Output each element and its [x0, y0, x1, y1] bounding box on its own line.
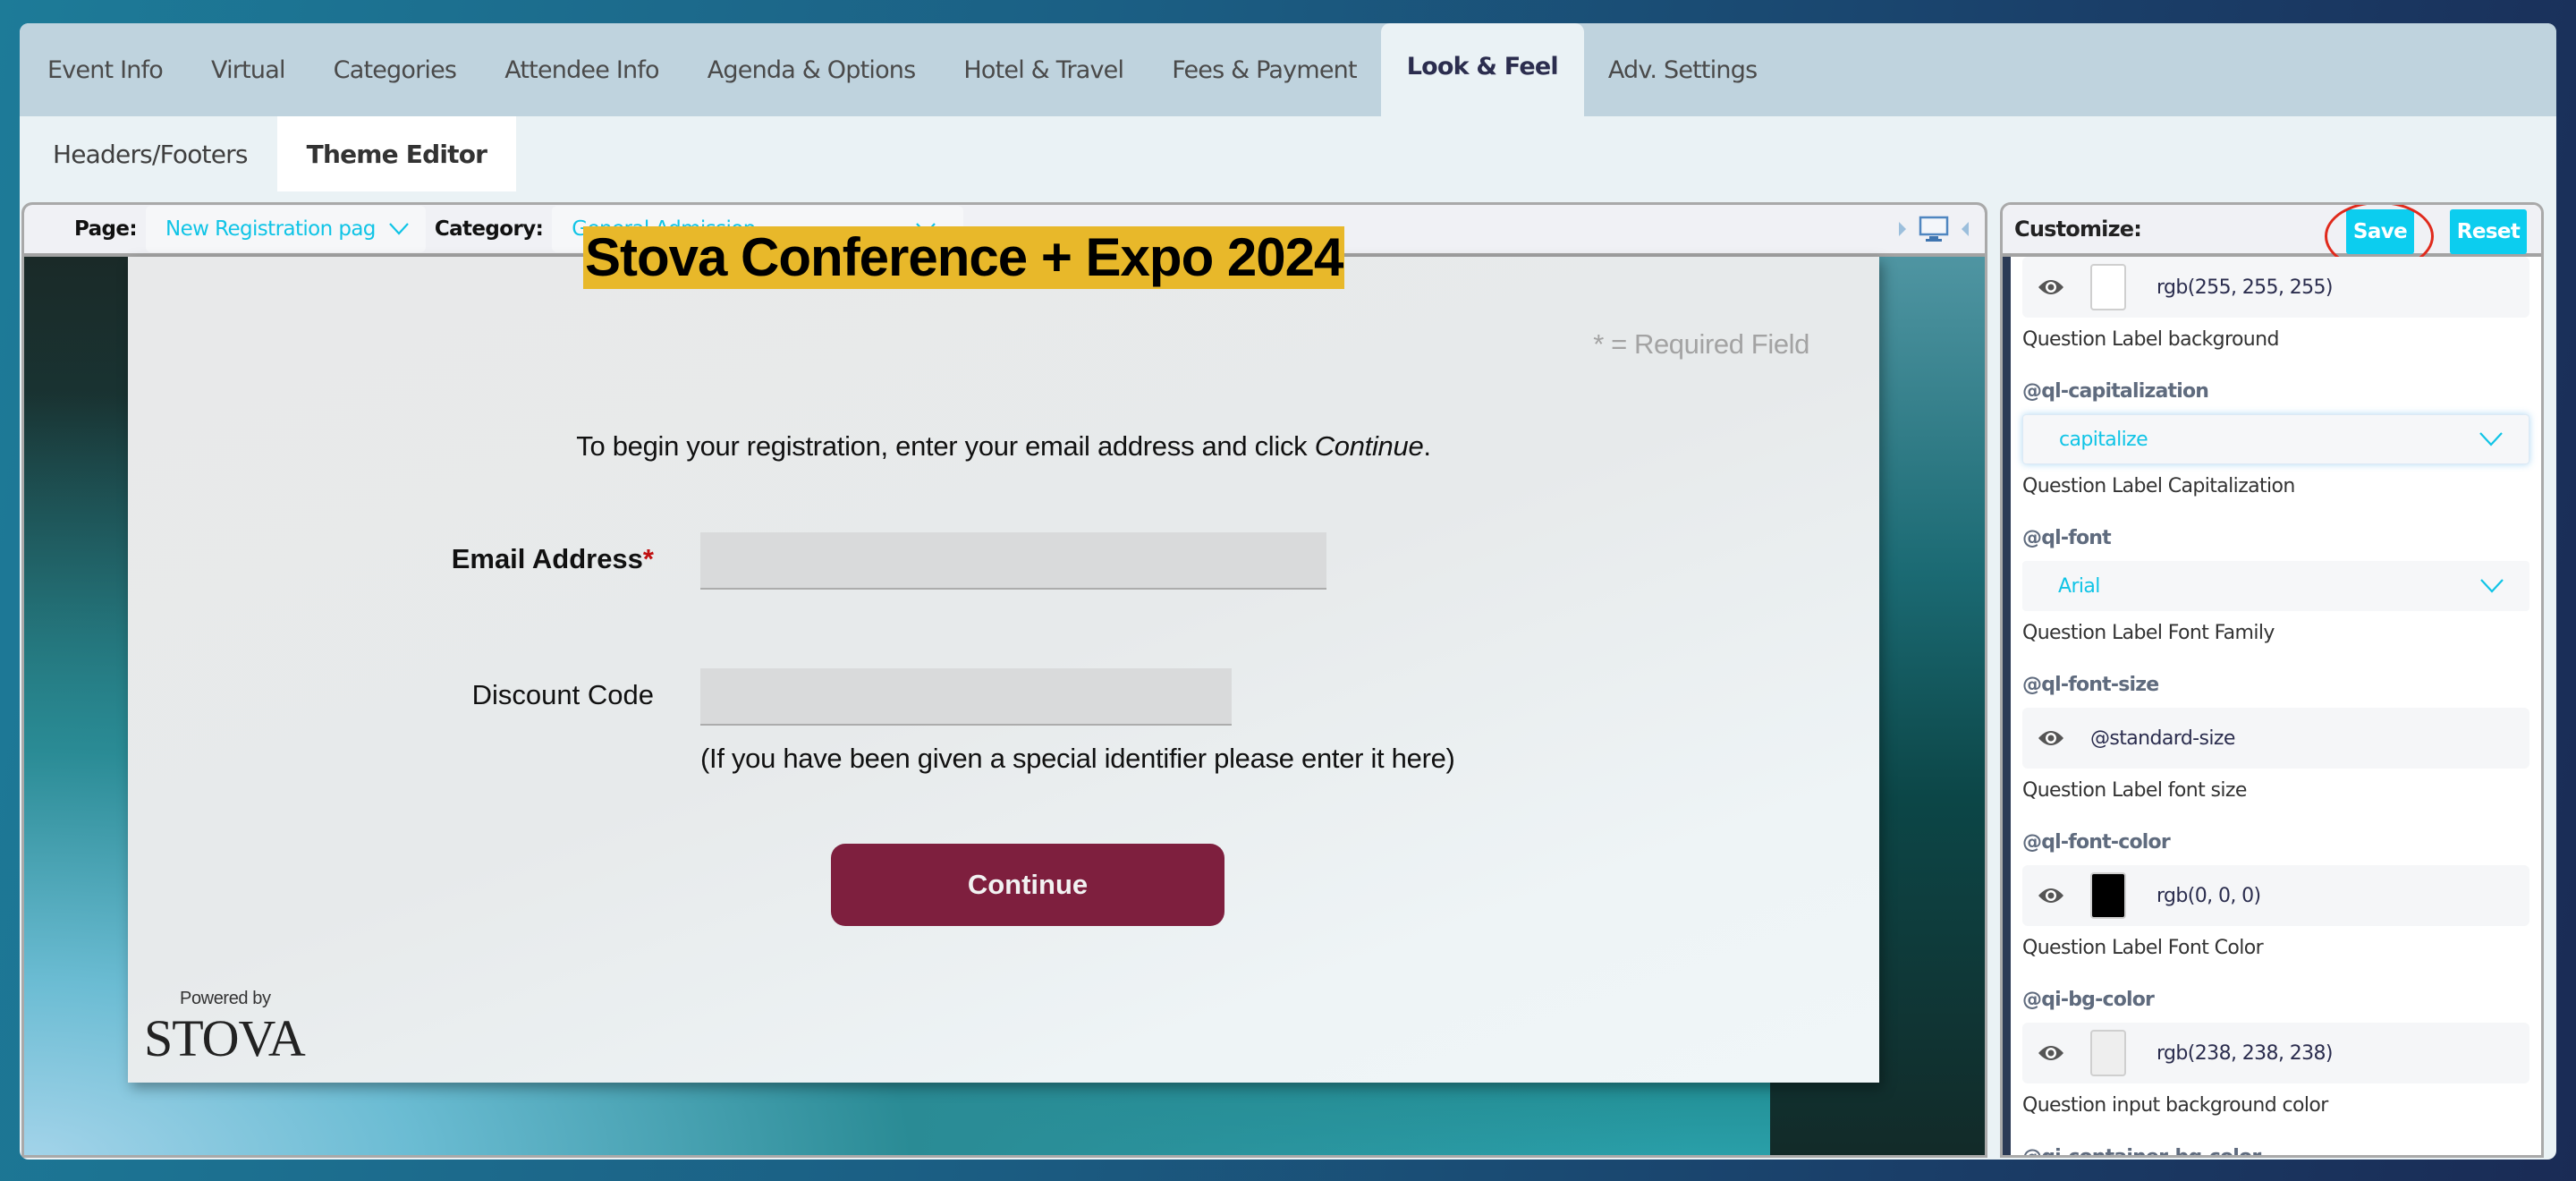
select-value: capitalize	[2059, 428, 2148, 451]
font-family-select[interactable]: Arial	[2022, 561, 2529, 611]
property-variable: @qi-bg-color	[2022, 989, 2155, 1011]
email-label-text: Email Address	[451, 543, 643, 574]
discount-code-input[interactable]	[700, 668, 1232, 726]
eye-icon[interactable]	[2033, 887, 2069, 905]
eye-icon[interactable]	[2033, 278, 2069, 296]
previous-device-arrow-icon[interactable]	[1962, 222, 1969, 236]
property-color-row: rgb(255, 255, 255)	[2022, 257, 2529, 318]
tab-attendee-info[interactable]: Attendee Info	[480, 23, 683, 116]
page-select[interactable]: New Registration pag	[146, 206, 426, 252]
property-description: Question Label Capitalization	[2022, 475, 2295, 497]
intro-text-continue: Continue	[1314, 430, 1424, 462]
customize-header: Customize: Save Reset	[2003, 205, 2541, 271]
color-swatch[interactable]	[2090, 264, 2126, 310]
property-color-row: rgb(0, 0, 0)	[2022, 865, 2529, 926]
tab-look-feel[interactable]: Look & Feel	[1380, 23, 1584, 116]
required-field-note: * = Required Field	[1593, 328, 1809, 360]
property-description: Question Label font size	[2022, 779, 2247, 802]
customize-property-list[interactable]: rgb(255, 255, 255) Question Label backgr…	[2003, 257, 2541, 1158]
property-variable: @ql-font	[2022, 527, 2112, 549]
intro-text: To begin your registration, enter your e…	[128, 430, 1879, 463]
customize-panel: Customize: Save Reset rgb(255, 255, 255)…	[2000, 202, 2544, 1158]
discount-hint: (If you have been given a special identi…	[700, 743, 1455, 774]
tab-virtual[interactable]: Virtual	[187, 23, 309, 116]
tab-event-info[interactable]: Event Info	[23, 23, 187, 116]
property-variable: @qi-container-bg-color	[2022, 1146, 2261, 1158]
intro-text-main: To begin your registration, enter your e…	[576, 430, 1315, 462]
property-value[interactable]: rgb(255, 255, 255)	[2157, 276, 2334, 299]
desktop-monitor-icon[interactable]	[1919, 216, 1949, 242]
tab-fees-payment[interactable]: Fees & Payment	[1148, 23, 1381, 116]
subtab-headers-footers[interactable]: Headers/Footers	[23, 116, 277, 192]
next-device-arrow-icon[interactable]	[1899, 222, 1906, 236]
customize-title: Customize:	[2014, 217, 2142, 242]
select-value: Arial	[2058, 574, 2100, 598]
sub-tab-bar: Headers/Footers Theme Editor	[20, 116, 2556, 192]
color-swatch[interactable]	[2090, 1030, 2126, 1076]
continue-button[interactable]: Continue	[831, 844, 1224, 926]
preview-background: Stova Conference + Expo 2024 * = Require…	[24, 226, 1985, 1155]
chevron-down-icon	[2479, 432, 2503, 446]
tab-agenda-options[interactable]: Agenda & Options	[683, 23, 940, 116]
property-description: Question input background color	[2022, 1094, 2328, 1117]
required-star: *	[642, 543, 654, 574]
property-variable: @ql-font-size	[2022, 674, 2159, 696]
email-input[interactable]	[700, 532, 1326, 590]
discount-label: Discount Code	[471, 679, 654, 710]
save-button[interactable]: Save	[2346, 209, 2414, 254]
page-select-value: New Registration pag	[165, 217, 376, 241]
preview-panel: Page: New Registration pag Category: Gen…	[21, 202, 1987, 1158]
tab-adv-settings[interactable]: Adv. Settings	[1584, 23, 1782, 116]
property-value[interactable]: @standard-size	[2090, 727, 2235, 750]
main-tab-bar: Event Info Virtual Categories Attendee I…	[20, 23, 2556, 116]
category-label: Category:	[434, 217, 544, 241]
property-color-row: rgb(238, 238, 238)	[2022, 1023, 2529, 1083]
powered-by-text: Powered by	[180, 989, 271, 1008]
property-text-row: @standard-size	[2022, 708, 2529, 769]
tab-categories[interactable]: Categories	[309, 23, 481, 116]
chevron-down-icon	[2480, 579, 2504, 593]
subtab-theme-editor[interactable]: Theme Editor	[276, 116, 517, 191]
app-window: Event Info Virtual Categories Attendee I…	[20, 23, 2556, 1160]
eye-icon[interactable]	[2033, 729, 2069, 747]
property-variable: @ql-font-color	[2022, 831, 2171, 854]
property-value[interactable]: rgb(238, 238, 238)	[2157, 1042, 2334, 1065]
property-description: Question Label background	[2022, 328, 2279, 351]
eye-icon[interactable]	[2033, 1044, 2069, 1062]
property-value[interactable]: rgb(0, 0, 0)	[2157, 885, 2261, 907]
email-label: Email Address*	[452, 543, 654, 575]
property-variable: @ql-capitalization	[2022, 380, 2209, 403]
reset-button[interactable]: Reset	[2450, 209, 2527, 254]
color-swatch[interactable]	[2090, 872, 2126, 919]
tab-hotel-travel[interactable]: Hotel & Travel	[939, 23, 1148, 116]
page-label: Page:	[74, 217, 138, 241]
capitalization-select[interactable]: capitalize	[2022, 414, 2529, 464]
stova-logo: STOVA	[144, 1009, 306, 1067]
registration-page-preview: Stova Conference + Expo 2024 * = Require…	[128, 226, 1879, 1083]
intro-text-end: .	[1423, 430, 1431, 462]
event-title: Stova Conference + Expo 2024	[583, 226, 1345, 289]
property-description: Question Label Font Family	[2022, 622, 2275, 644]
device-switcher	[1899, 216, 1985, 242]
property-description: Question Label Font Color	[2022, 937, 2264, 959]
chevron-down-icon	[388, 223, 409, 235]
